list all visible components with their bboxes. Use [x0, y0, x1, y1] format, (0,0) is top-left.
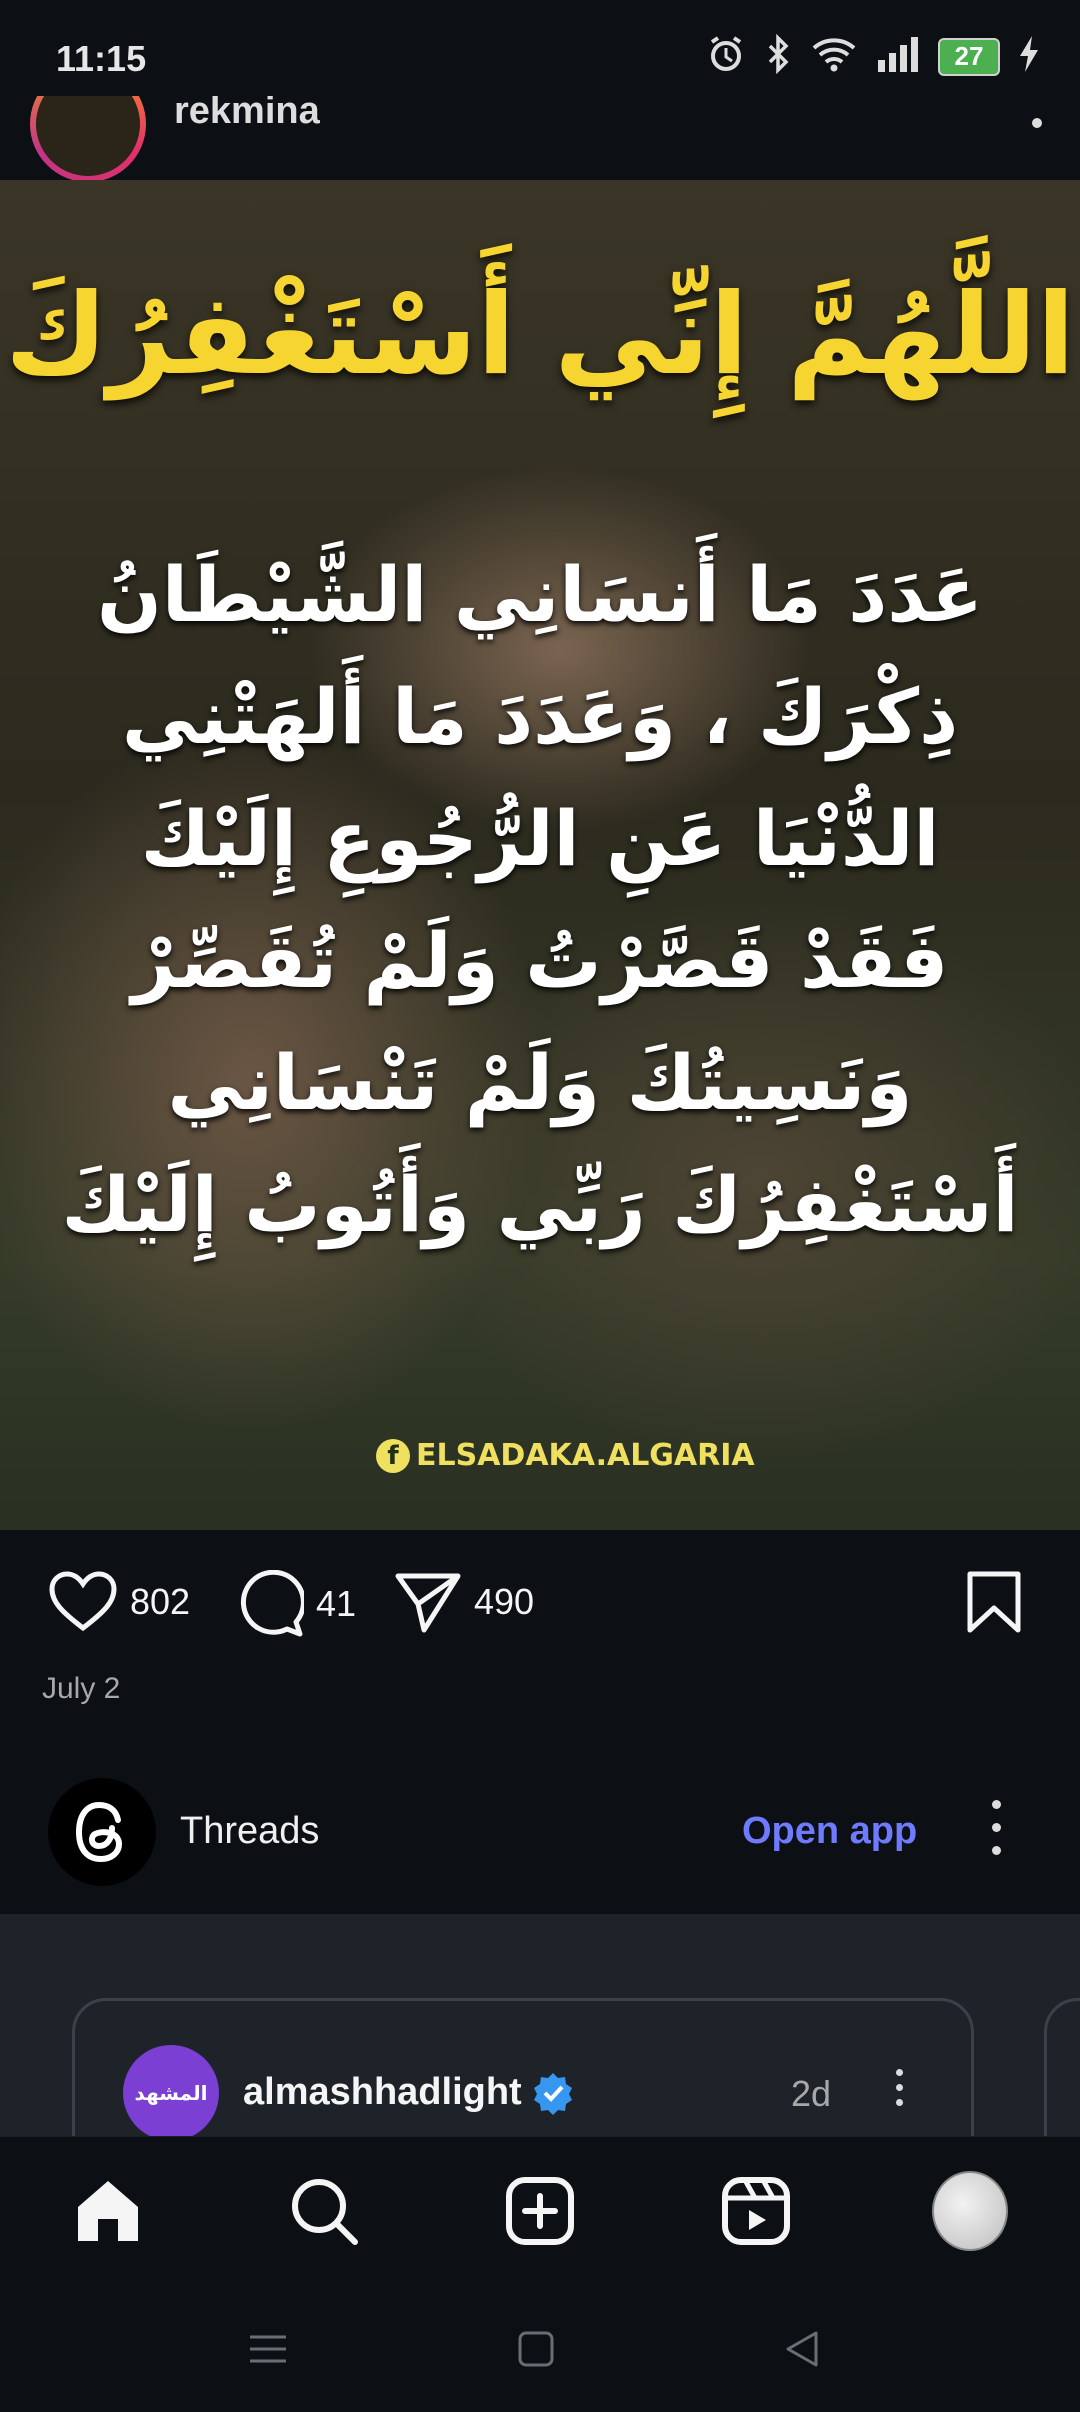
status-bar: 11:15 27	[0, 0, 1080, 96]
heart-icon	[49, 1571, 117, 1632]
post-date: July 2	[42, 1672, 121, 1705]
post-image[interactable]: اللَّهُمَّ إِنِّي أَسْتَغْفِرُكَ عَدَدَ …	[0, 180, 1080, 1530]
threads-banner[interactable]: Threads Open app	[0, 1756, 1080, 1914]
alarm-icon	[706, 34, 746, 79]
status-time: 11:15	[56, 38, 147, 79]
image-title-text: اللَّهُمَّ إِنِّي أَسْتَغْفِرُكَ	[4, 270, 1076, 400]
post-header: rekmina	[0, 96, 1080, 180]
post-actions: 802 41 490	[0, 1530, 1080, 1670]
home-tab[interactable]	[70, 2173, 146, 2249]
image-text-line: فَقَدْ قَصَّرْتُ وَلَمْ تُقَصِّرْ	[131, 916, 949, 1005]
system-nav	[0, 2280, 1080, 2412]
like-button[interactable]: 802	[48, 1570, 190, 1634]
create-tab[interactable]	[502, 2173, 578, 2249]
watermark-text: ELSADAKA.ALGARIA	[416, 1438, 755, 1473]
bottom-nav	[0, 2136, 1080, 2281]
thread-card[interactable]: المشهد almashhadlight 2d	[72, 1998, 974, 2136]
thread-card-next[interactable]	[1044, 1998, 1080, 2136]
card-avatar[interactable]: المشهد	[123, 2045, 219, 2136]
threads-label: Threads	[180, 1810, 320, 1852]
comment-count: 41	[316, 1583, 357, 1624]
share-button[interactable]: 490	[394, 1570, 534, 1634]
card-more-icon[interactable]	[891, 2069, 907, 2114]
signal-icon	[876, 34, 920, 79]
threads-logo-icon	[48, 1778, 156, 1886]
search-tab[interactable]	[286, 2173, 362, 2249]
post-more-icon[interactable]	[1032, 118, 1042, 128]
send-icon	[395, 1573, 461, 1633]
image-text-line: الدُّنْيَا عَنِ الرُّجُوعِ إِلَيْكَ	[140, 794, 940, 883]
share-count: 490	[474, 1581, 535, 1622]
home-button-icon[interactable]	[506, 2324, 566, 2374]
threads-more-icon[interactable]	[986, 1800, 1006, 1864]
post-avatar[interactable]	[30, 96, 146, 180]
battery-level: 27	[938, 37, 1000, 76]
card-username[interactable]: almashhadlight	[243, 2071, 522, 2114]
save-button[interactable]	[966, 1570, 1022, 1634]
battery-icon: 27	[938, 37, 1000, 76]
image-text-line: عَدَدَ مَا أَنسَانِي الشَّيْطَانُ	[96, 550, 984, 639]
comment-button[interactable]: 41	[236, 1570, 356, 1638]
profile-avatar	[932, 2171, 1008, 2251]
image-text-line: ذِكْرَكَ ، وَعَدَدَ مَا أَلهَتْنِي	[121, 672, 959, 761]
reels-icon	[722, 2177, 790, 2245]
post-username[interactable]: rekmina	[174, 96, 320, 133]
bookmark-icon	[967, 1571, 1021, 1633]
image-text-line: وَنَسِيتُكَ وَلَمْ تَنْسَانِي	[167, 1038, 913, 1127]
comment-icon	[240, 1570, 304, 1637]
recent-apps-icon[interactable]	[238, 2324, 298, 2374]
profile-tab[interactable]	[932, 2171, 1008, 2251]
open-app-link[interactable]: Open app	[742, 1810, 917, 1853]
back-icon[interactable]	[772, 2324, 832, 2374]
bluetooth-icon	[764, 33, 792, 79]
facebook-icon: f	[376, 1438, 410, 1473]
status-icons: 27	[706, 33, 1040, 79]
image-text-line: أَسْتَغْفِرُكَ رَبِّي وَأَتُوبُ إِلَيْكَ	[61, 1160, 1019, 1249]
card-time: 2d	[791, 2073, 832, 2114]
wifi-icon	[810, 34, 858, 79]
verified-badge-icon	[531, 2071, 575, 2120]
reels-tab[interactable]	[718, 2173, 794, 2249]
suggested-threads: المشهد almashhadlight 2d	[0, 1914, 1080, 2136]
search-icon	[292, 2179, 358, 2245]
like-count: 802	[130, 1581, 191, 1622]
home-icon	[78, 2181, 138, 2241]
charging-icon	[1018, 34, 1040, 79]
add-post-icon	[506, 2177, 574, 2245]
image-watermark: f ELSADAKA.ALGARIA	[376, 1438, 755, 1473]
